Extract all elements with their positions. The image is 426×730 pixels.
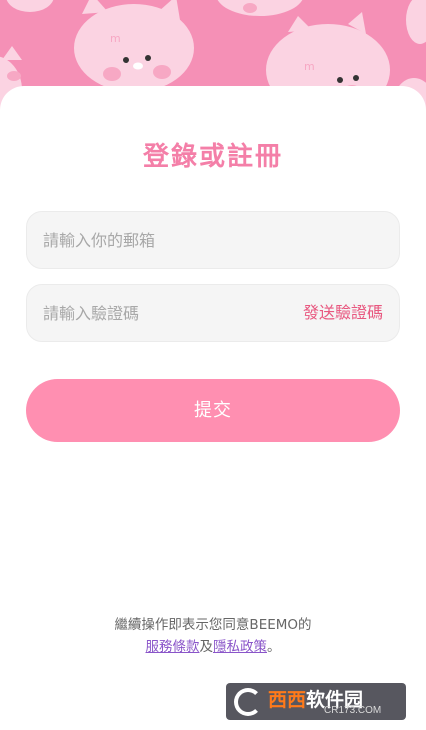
site-logo-icon — [234, 688, 262, 716]
watermark-brand-part1: 西西 — [268, 690, 307, 711]
privacy-policy-link[interactable]: 隱私政策 — [213, 639, 267, 655]
terms-notice-text: 繼續操作即表示您同意BEEMO的 — [114, 617, 312, 633]
submit-button[interactable]: 提交 — [26, 379, 400, 442]
verification-code-field[interactable]: 發送驗證碼 — [26, 284, 400, 342]
terms-links-line: 服務條款及隱私政策。 — [0, 636, 426, 658]
svg-text:m: m — [110, 32, 121, 45]
terms-notice: 繼續操作即表示您同意BEEMO的 服務條款及隱私政策。 — [0, 614, 426, 658]
watermark-domain: CR173.COM — [324, 705, 382, 716]
conjunction-text: 及 — [199, 639, 214, 655]
svg-text:m: m — [304, 60, 315, 73]
period-text: 。 — [267, 639, 281, 655]
page-title: 登錄或註冊 — [142, 142, 283, 172]
email-input[interactable] — [43, 212, 383, 268]
terms-of-service-link[interactable]: 服務條款 — [146, 639, 200, 655]
watermark: 西西软件园 CR173.COM — [226, 683, 406, 720]
email-field[interactable] — [26, 211, 400, 269]
verification-code-input[interactable] — [43, 285, 283, 341]
send-code-button[interactable]: 發送驗證碼 — [303, 285, 383, 341]
